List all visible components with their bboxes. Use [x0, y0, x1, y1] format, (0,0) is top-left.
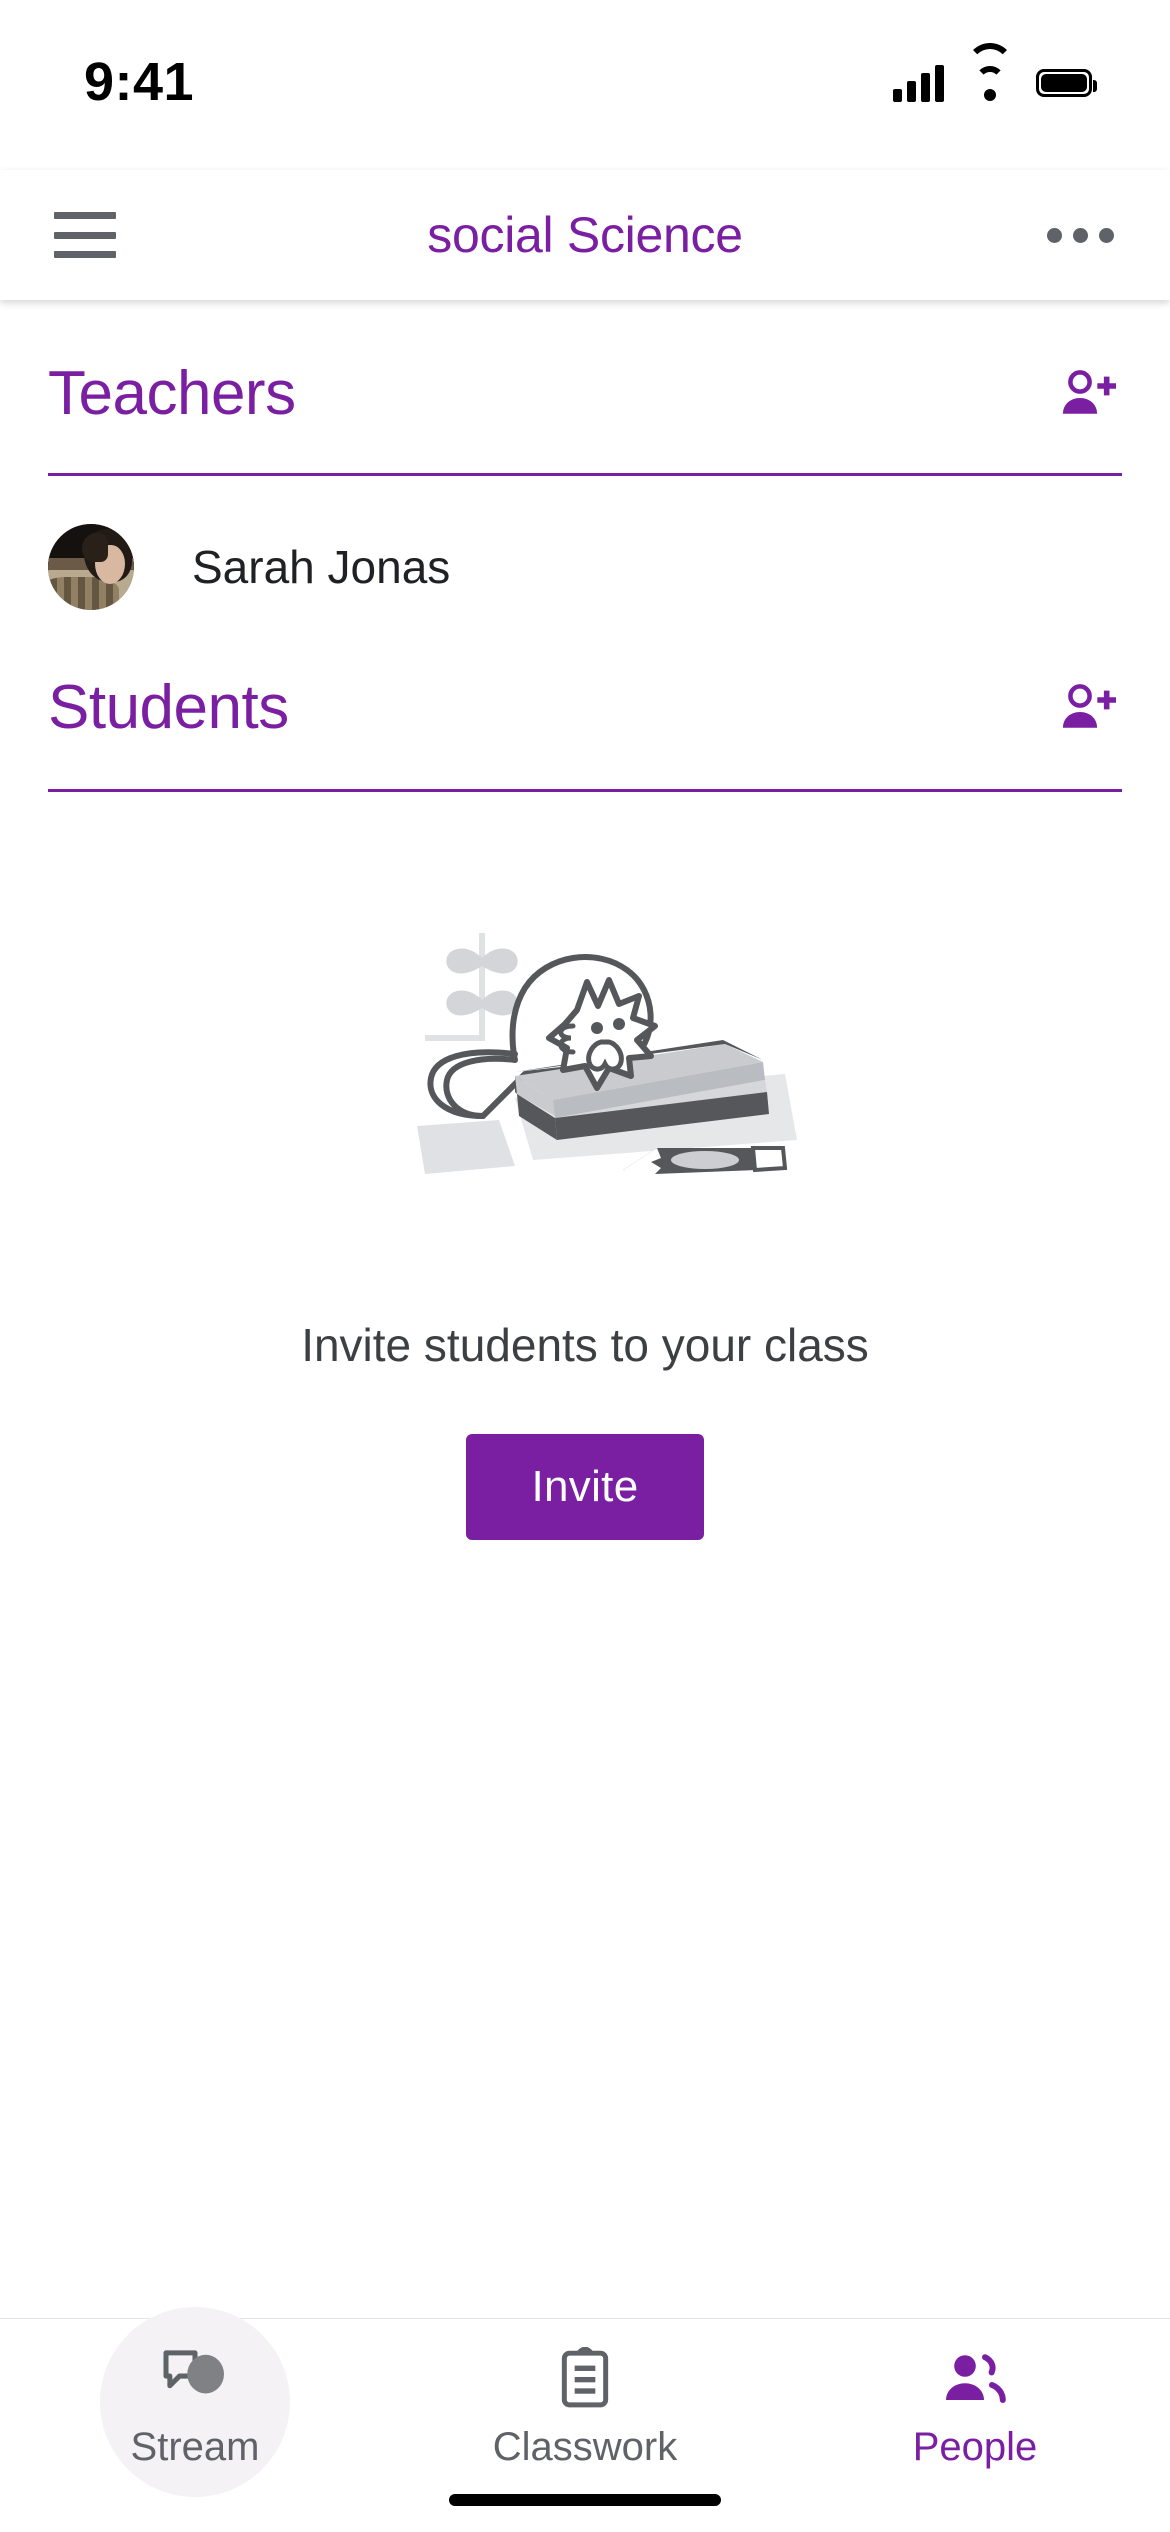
cat-muzzle [586, 1039, 624, 1072]
wifi-icon [966, 43, 1014, 101]
teacher-name: Sarah Jonas [192, 541, 451, 593]
students-heading: Students [48, 673, 289, 742]
cat-eye-left [591, 1022, 603, 1034]
teachers-heading: Teachers [48, 359, 296, 428]
status-time: 9:41 [84, 52, 195, 112]
teachers-section-header: Teachers [0, 358, 1170, 429]
avatar [48, 524, 134, 610]
more-options-icon[interactable] [1047, 227, 1114, 243]
teachers-divider [48, 473, 1122, 476]
list-item[interactable]: Sarah Jonas [0, 524, 1170, 610]
home-indicator-bar [449, 2494, 721, 2506]
empty-state-message: Invite students to your class [301, 1319, 869, 1371]
battery-icon [1036, 69, 1097, 97]
nav-label-stream: Stream [130, 2425, 260, 2469]
invite-button[interactable]: Invite [465, 1434, 705, 1540]
nav-item-stream[interactable]: Stream [0, 2307, 390, 2497]
students-section-header: Students [0, 672, 1170, 743]
clipboard-icon [557, 2345, 613, 2411]
nav-item-people[interactable]: People [780, 2319, 1170, 2470]
people-icon [943, 2345, 1007, 2411]
person-add-icon[interactable] [1056, 676, 1120, 740]
bottom-navigation: Stream Classwork People [0, 2307, 1170, 2532]
students-empty-state: Invite students to your class Invite [0, 848, 1170, 1540]
app-screen: 9:41 social Science Teachers Sarah Jonas… [0, 0, 1170, 2532]
paper-sheet [417, 1120, 515, 1174]
app-bar: social Science [0, 170, 1170, 300]
nav-item-classwork[interactable]: Classwork [390, 2319, 780, 2470]
main-content: Teachers Sarah Jonas Students Invite stu… [0, 300, 1170, 2318]
page-title: social Science [427, 207, 743, 263]
nav-label-people: People [912, 2425, 1038, 2469]
status-bar: 9:41 [0, 0, 1170, 170]
person-add-icon[interactable] [1056, 362, 1120, 426]
hamburger-menu-icon[interactable] [54, 212, 116, 258]
stream-chat-icon [162, 2345, 228, 2411]
plant-shape [425, 933, 518, 1041]
cellular-signal-icon [893, 64, 944, 102]
cat-eye-right [613, 1018, 625, 1030]
nav-label-classwork: Classwork [492, 2425, 678, 2469]
status-icons [893, 43, 1097, 102]
students-divider [48, 789, 1122, 792]
cat-on-book-illustration [417, 933, 797, 1176]
pencil-shape [623, 1146, 788, 1176]
